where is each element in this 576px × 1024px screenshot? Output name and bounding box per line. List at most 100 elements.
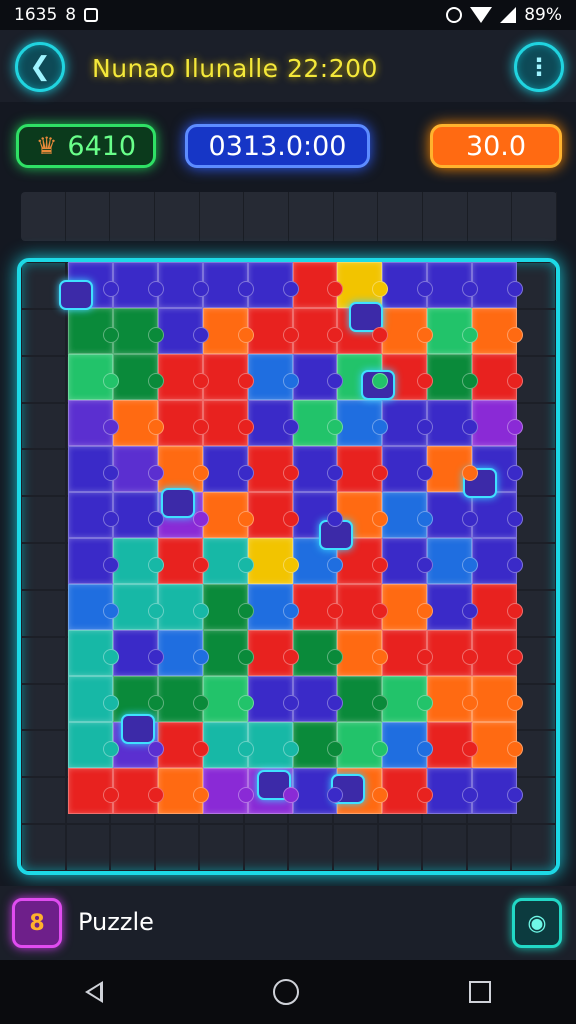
puzzle-piece[interactable]: [68, 630, 119, 676]
puzzle-piece[interactable]: [337, 722, 389, 768]
puzzle-piece[interactable]: [112, 354, 164, 400]
tray-slot[interactable]: [512, 192, 557, 241]
puzzle-piece[interactable]: [202, 354, 254, 400]
puzzle-piece[interactable]: [202, 308, 254, 354]
tray-slot[interactable]: [66, 192, 111, 241]
puzzle-piece[interactable]: [68, 308, 119, 354]
puzzle-piece[interactable]: [427, 722, 478, 768]
camera-button[interactable]: ◉: [512, 898, 562, 948]
puzzle-piece[interactable]: [292, 722, 344, 768]
puzzle-piece[interactable]: [157, 308, 209, 354]
puzzle-piece[interactable]: [427, 676, 478, 722]
puzzle-piece[interactable]: [427, 308, 478, 354]
puzzle-piece[interactable]: [427, 630, 478, 676]
piece-tray[interactable]: [21, 192, 557, 241]
puzzle-piece[interactable]: [157, 262, 209, 308]
tray-slot[interactable]: [468, 192, 513, 241]
puzzle-piece[interactable]: [157, 538, 209, 584]
puzzle-piece[interactable]: [247, 538, 299, 584]
puzzle-piece[interactable]: [68, 492, 119, 538]
puzzle-piece[interactable]: [292, 354, 344, 400]
puzzle-piece[interactable]: [337, 400, 389, 446]
puzzle-piece[interactable]: [382, 308, 434, 354]
puzzle-piece[interactable]: [472, 630, 523, 676]
nav-home-button[interactable]: [263, 969, 309, 1015]
tray-slot[interactable]: [244, 192, 289, 241]
puzzle-piece[interactable]: [382, 492, 434, 538]
puzzle-piece[interactable]: [472, 538, 523, 584]
puzzle-piece[interactable]: [292, 446, 344, 492]
tray-slot[interactable]: [21, 192, 66, 241]
puzzle-piece[interactable]: [157, 446, 209, 492]
puzzle-piece[interactable]: [472, 354, 523, 400]
puzzle-app-button[interactable]: 8: [12, 898, 62, 948]
loose-piece[interactable]: [161, 488, 195, 518]
puzzle-piece[interactable]: [337, 446, 389, 492]
puzzle-piece[interactable]: [292, 308, 344, 354]
puzzle-piece[interactable]: [112, 400, 164, 446]
puzzle-piece[interactable]: [112, 630, 164, 676]
puzzle-piece[interactable]: [247, 722, 299, 768]
puzzle-piece[interactable]: [382, 722, 434, 768]
puzzle-piece[interactable]: [247, 676, 299, 722]
puzzle-piece[interactable]: [112, 584, 164, 630]
puzzle-piece[interactable]: [472, 308, 523, 354]
puzzle-piece[interactable]: [112, 538, 164, 584]
puzzle-piece[interactable]: [472, 676, 523, 722]
puzzle-piece[interactable]: [202, 630, 254, 676]
puzzle-piece[interactable]: [68, 584, 119, 630]
puzzle-piece[interactable]: [202, 722, 254, 768]
puzzle-piece[interactable]: [68, 354, 119, 400]
puzzle-piece[interactable]: [382, 538, 434, 584]
puzzle-piece[interactable]: [112, 262, 164, 308]
tray-slot[interactable]: [334, 192, 379, 241]
puzzle-piece[interactable]: [247, 446, 299, 492]
puzzle-piece[interactable]: [337, 676, 389, 722]
puzzle-piece[interactable]: [68, 676, 119, 722]
puzzle-piece[interactable]: [382, 262, 434, 308]
puzzle-piece[interactable]: [382, 630, 434, 676]
puzzle-piece[interactable]: [472, 722, 523, 768]
puzzle-piece[interactable]: [472, 262, 523, 308]
puzzle-piece[interactable]: [292, 262, 344, 308]
puzzle-piece[interactable]: [337, 630, 389, 676]
puzzle-piece[interactable]: [202, 446, 254, 492]
puzzle-piece[interactable]: [427, 354, 478, 400]
puzzle-piece[interactable]: [112, 768, 164, 814]
puzzle-piece[interactable]: [292, 400, 344, 446]
menu-button[interactable]: ⋮: [514, 42, 564, 92]
puzzle-piece[interactable]: [292, 768, 344, 814]
puzzle-piece[interactable]: [68, 722, 119, 768]
tray-slot[interactable]: [200, 192, 245, 241]
puzzle-piece[interactable]: [292, 630, 344, 676]
puzzle-piece[interactable]: [157, 584, 209, 630]
puzzle-piece[interactable]: [202, 262, 254, 308]
puzzle-piece[interactable]: [247, 492, 299, 538]
puzzle-piece[interactable]: [68, 446, 119, 492]
puzzle-piece[interactable]: [382, 676, 434, 722]
puzzle-piece[interactable]: [472, 584, 523, 630]
puzzle-piece[interactable]: [337, 584, 389, 630]
puzzle-piece[interactable]: [157, 722, 209, 768]
puzzle-piece[interactable]: [427, 492, 478, 538]
puzzle-piece[interactable]: [202, 400, 254, 446]
puzzle-piece[interactable]: [202, 768, 254, 814]
puzzle-piece[interactable]: [427, 262, 478, 308]
puzzle-board[interactable]: [17, 258, 560, 875]
puzzle-piece[interactable]: [472, 492, 523, 538]
puzzle-piece[interactable]: [247, 262, 299, 308]
puzzle-piece[interactable]: [157, 676, 209, 722]
puzzle-piece[interactable]: [427, 538, 478, 584]
tray-slot[interactable]: [378, 192, 423, 241]
puzzle-piece[interactable]: [247, 308, 299, 354]
puzzle-piece[interactable]: [427, 400, 478, 446]
puzzle-piece[interactable]: [382, 446, 434, 492]
puzzle-piece[interactable]: [382, 768, 434, 814]
puzzle-piece[interactable]: [202, 492, 254, 538]
puzzle-piece[interactable]: [157, 400, 209, 446]
nav-recents-button[interactable]: [459, 971, 501, 1013]
puzzle-piece[interactable]: [247, 354, 299, 400]
tray-slot[interactable]: [423, 192, 468, 241]
puzzle-piece[interactable]: [112, 446, 164, 492]
puzzle-piece[interactable]: [427, 584, 478, 630]
